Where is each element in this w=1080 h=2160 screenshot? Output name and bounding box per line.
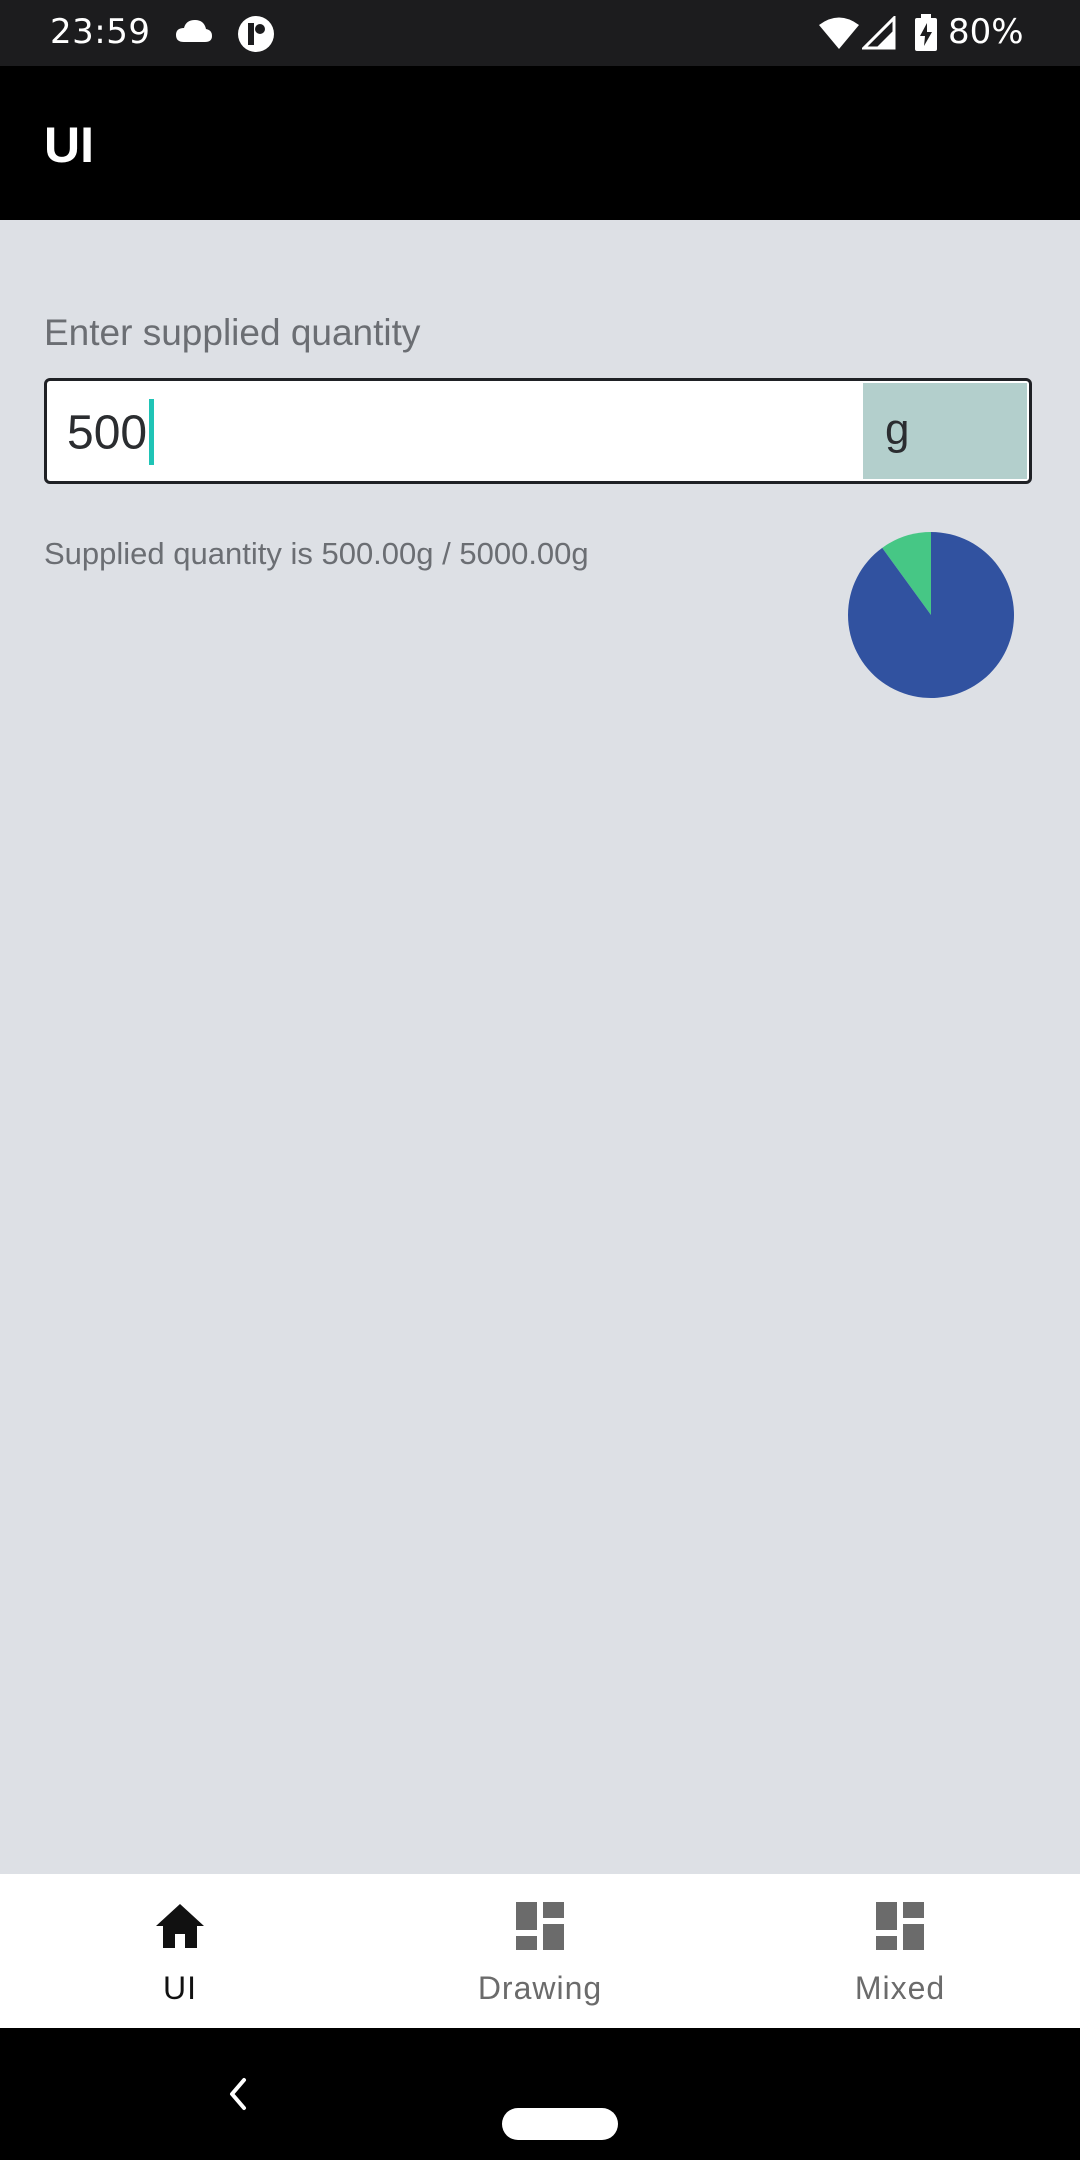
nav-label-mixed: Mixed [854,1970,946,2006]
nav-label-ui: UI [163,1970,197,2006]
nav-item-drawing[interactable]: Drawing [360,1874,720,2028]
battery-percentage: 80% [948,12,1024,52]
nav-label-drawing: Drawing [477,1970,603,2006]
nav-item-ui[interactable]: UI [0,1874,360,2028]
unit-selector[interactable]: g [863,383,1027,479]
cloud-icon [174,18,214,48]
system-navigation-bar [0,2028,1080,2160]
battery-charging-icon [914,14,938,56]
status-time: 23:59 [50,12,151,52]
page-title: UI [44,117,94,173]
home-pill-button[interactable] [502,2108,618,2140]
back-icon[interactable] [226,2074,250,2118]
quantity-input[interactable]: 500 g [44,378,1032,484]
pie-slice-remaining [848,532,1014,698]
status-bar: 23:59 80% [0,0,1080,66]
main-content: Enter supplied quantity 500 g Supplied q… [0,220,1080,1874]
dashboard-icon [514,1900,566,1952]
supplied-quantity-text: Supplied quantity is 500.00g / 5000.00g [44,536,589,571]
nav-item-mixed[interactable]: Mixed [720,1874,1080,2028]
quantity-input-text[interactable]: 500 [67,407,147,460]
dashboard-icon [874,1900,926,1952]
bottom-navigation: UI Drawing Mixed [0,1874,1080,2028]
quantity-field-label: Enter supplied quantity [44,312,421,353]
quantity-pie-chart [848,532,1014,698]
unit-label: g [885,405,910,454]
home-icon [154,1900,206,1952]
signal-icon [860,14,896,54]
quantity-input-value[interactable]: 500 [67,399,155,469]
app-bar: UI [0,66,1080,220]
wifi-icon [818,16,860,54]
text-caret [149,399,155,465]
app-badge-icon [236,14,276,58]
